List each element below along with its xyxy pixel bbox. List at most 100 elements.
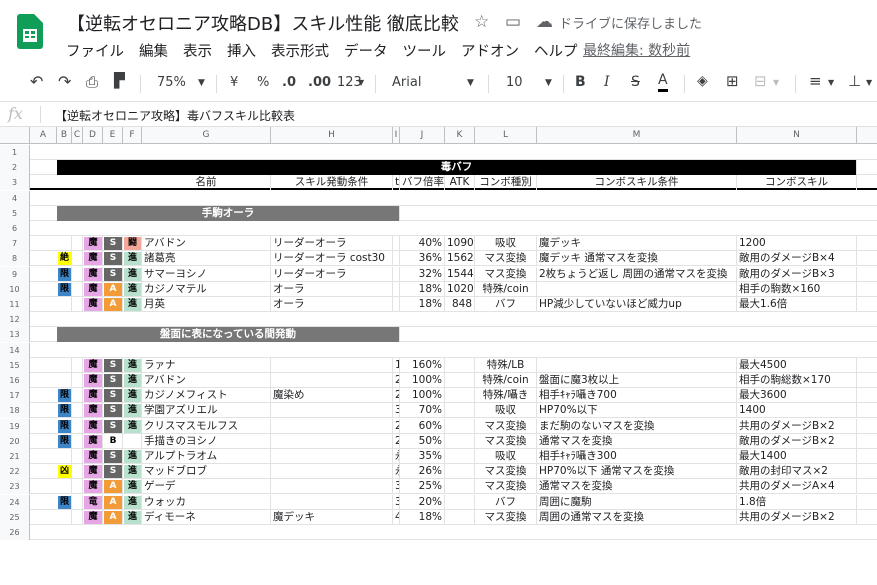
grid-cell[interactable] — [72, 494, 83, 510]
character-name[interactable]: カジノマテル — [142, 281, 271, 297]
combo-type[interactable]: マス変換 — [475, 479, 537, 495]
zoom-chevron-icon[interactable]: ▼ — [198, 78, 205, 88]
skill-condition[interactable] — [271, 479, 393, 495]
combo-type[interactable]: 吸収 — [475, 449, 537, 464]
character-name[interactable]: クリスマスモルフス — [142, 418, 271, 434]
atk-value[interactable]: 1544 — [445, 266, 475, 282]
atk-value[interactable] — [445, 403, 475, 419]
merge-chevron-icon[interactable]: ▼ — [773, 78, 779, 87]
row-number[interactable]: 12 — [0, 312, 30, 328]
turn-count[interactable] — [393, 251, 400, 267]
menu-view[interactable]: 表示 — [183, 44, 212, 60]
atk-value[interactable] — [445, 464, 475, 480]
skill-condition[interactable] — [271, 494, 393, 510]
font-size-select[interactable]: 10 — [506, 75, 523, 90]
combo-condition[interactable]: 通常マスを変換 — [537, 479, 737, 495]
atk-value[interactable] — [445, 479, 475, 495]
row-number[interactable]: 4 — [0, 190, 30, 206]
section-title[interactable]: 盤面に表になっている間発動 — [57, 327, 400, 343]
grid-cell[interactable] — [72, 236, 83, 252]
header-t[interactable]: t — [393, 175, 400, 191]
grid-cell[interactable] — [72, 281, 83, 297]
row-number[interactable]: 11 — [0, 297, 30, 312]
grid-cell[interactable] — [72, 449, 83, 464]
combo-type[interactable]: 特殊/囁き — [475, 388, 537, 404]
combo-skill[interactable]: 1200 — [737, 236, 857, 252]
turn-count[interactable]: 3 — [393, 403, 400, 419]
grid-cell[interactable] — [72, 509, 83, 525]
character-name[interactable]: アバドン — [142, 373, 271, 388]
character-name[interactable]: ゲーデ — [142, 479, 271, 495]
character-name[interactable]: ディモーネ — [142, 509, 271, 525]
row-number[interactable]: 15 — [0, 357, 30, 373]
row-number[interactable]: 5 — [0, 205, 30, 221]
skill-condition[interactable]: オーラ — [271, 281, 393, 297]
header-combo-skill[interactable]: コンボスキル — [737, 175, 857, 191]
column-header-L[interactable]: L — [475, 127, 537, 144]
combo-condition[interactable]: HP70%以下 — [537, 403, 737, 419]
currency-button[interactable]: ¥ — [230, 75, 238, 90]
grid-cell[interactable] — [72, 403, 83, 419]
buff-percent[interactable]: 100% — [400, 373, 445, 388]
row-number[interactable]: 24 — [0, 494, 30, 510]
combo-skill[interactable]: 敵用の封印マス×2 — [737, 464, 857, 480]
combo-type[interactable]: マス変換 — [475, 251, 537, 267]
combo-type[interactable]: マス変換 — [475, 266, 537, 282]
atk-value[interactable]: 1090 — [445, 236, 475, 252]
character-name[interactable]: アルプトラオム — [142, 449, 271, 464]
header-cond[interactable]: スキル発動条件 — [271, 175, 393, 191]
atk-value[interactable]: 1020 — [445, 281, 475, 297]
skill-condition[interactable] — [271, 433, 393, 449]
column-header-A[interactable]: A — [30, 127, 57, 144]
row-number[interactable]: 16 — [0, 373, 30, 388]
character-name[interactable]: ウォッカ — [142, 494, 271, 510]
font-chevron-icon[interactable]: ▼ — [467, 78, 474, 88]
combo-condition[interactable]: HP70%以下 通常マスを変換 — [537, 464, 737, 480]
formula-input[interactable]: 【逆転オセロニア攻略】毒バフスキル比較表 — [55, 107, 295, 124]
combo-condition[interactable]: 周囲の通常マスを変換 — [537, 509, 737, 525]
combo-skill[interactable]: 最大4500 — [737, 357, 857, 373]
skill-condition[interactable] — [271, 357, 393, 373]
header-combo-cond[interactable]: コンボスキル条件 — [537, 175, 737, 191]
turn-count[interactable] — [393, 266, 400, 282]
buff-percent[interactable]: 60% — [400, 418, 445, 434]
combo-type[interactable]: 吸収 — [475, 403, 537, 419]
skill-condition[interactable] — [271, 464, 393, 480]
combo-type[interactable]: 特殊/LB — [475, 357, 537, 373]
menu-addons[interactable]: アドオン — [461, 44, 519, 60]
buff-percent[interactable]: 100% — [400, 388, 445, 404]
combo-skill[interactable]: 最大3600 — [737, 388, 857, 404]
combo-type[interactable]: バフ — [475, 297, 537, 312]
menu-data[interactable]: データ — [344, 44, 388, 60]
column-header-B[interactable]: B — [57, 127, 72, 144]
buff-percent[interactable]: 50% — [400, 433, 445, 449]
character-name[interactable]: 諸葛亮 — [142, 251, 271, 267]
row-number[interactable]: 19 — [0, 418, 30, 434]
print-icon[interactable]: ⎙ — [86, 73, 98, 91]
column-header-I[interactable]: I — [393, 127, 400, 144]
last-edit-link[interactable]: 最終編集: 数秒前 — [583, 40, 690, 60]
menu-tools[interactable]: ツール — [403, 44, 447, 60]
header-atk[interactable]: ATK — [445, 175, 475, 191]
combo-skill[interactable]: 共用のダメージB×2 — [737, 509, 857, 525]
buff-percent[interactable]: 40% — [400, 236, 445, 252]
borders-icon[interactable]: ⊞ — [726, 72, 739, 90]
row-number[interactable]: 22 — [0, 464, 30, 480]
buff-percent[interactable]: 18% — [400, 281, 445, 297]
row-number[interactable]: 21 — [0, 449, 30, 464]
skill-condition[interactable] — [271, 449, 393, 464]
column-header-C[interactable]: C — [72, 127, 83, 144]
grid-cell[interactable] — [72, 297, 83, 312]
buff-percent[interactable]: 18% — [400, 509, 445, 525]
row-number[interactable]: 2 — [0, 160, 30, 176]
combo-condition[interactable]: 2枚ちょうど返し 周囲の通常マスを変換 — [537, 266, 737, 282]
skill-condition[interactable]: リーダーオーラ cost30 — [271, 251, 393, 267]
row-number[interactable]: 8 — [0, 251, 30, 267]
row-number[interactable]: 17 — [0, 388, 30, 404]
header-name[interactable]: 名前 — [142, 175, 271, 191]
grid-cell[interactable] — [72, 418, 83, 434]
character-name[interactable]: アバドン — [142, 236, 271, 252]
format-chevron-icon[interactable]: ▼ — [358, 78, 364, 87]
skill-condition[interactable] — [271, 403, 393, 419]
turn-count[interactable]: 2 — [393, 388, 400, 404]
